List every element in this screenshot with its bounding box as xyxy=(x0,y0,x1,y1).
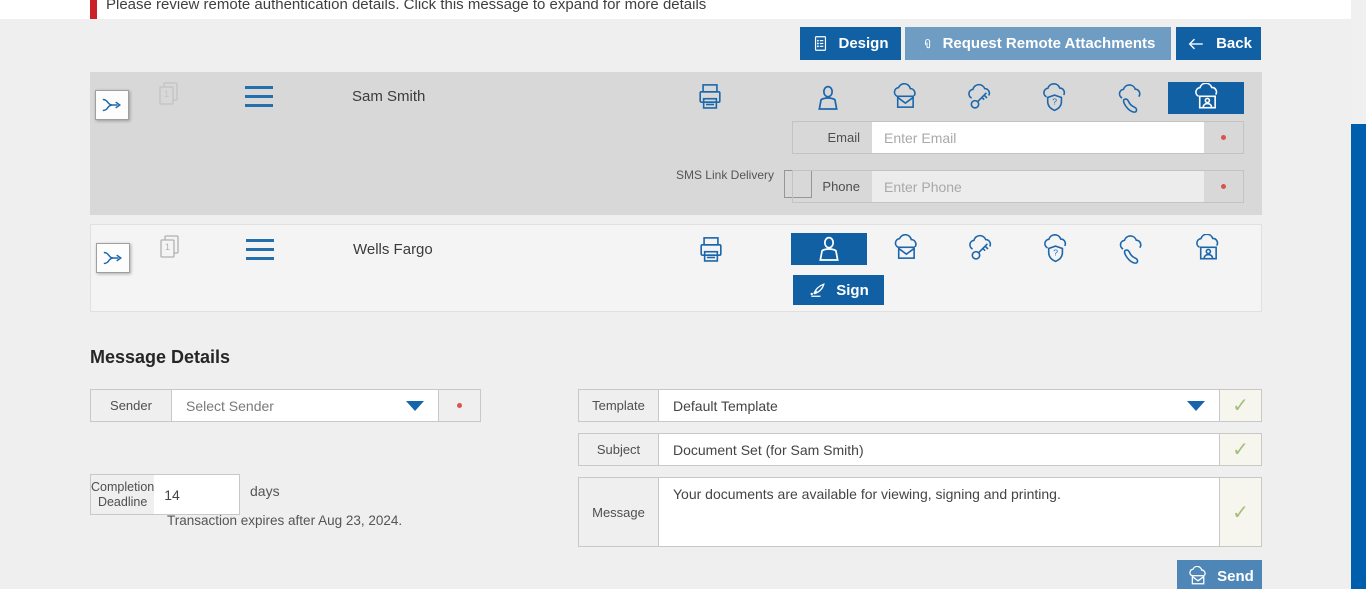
message-details-title: Message Details xyxy=(90,347,231,367)
deadline-unit-label: days xyxy=(250,483,280,499)
design-button[interactable]: Design xyxy=(800,27,901,60)
required-dot-icon xyxy=(1221,135,1226,140)
svg-text:?: ? xyxy=(1052,96,1057,106)
in-person-user-icon[interactable] xyxy=(790,82,866,114)
scrollbar-thumb[interactable] xyxy=(1351,124,1366,589)
completion-deadline-group: Completion Deadline xyxy=(90,474,240,515)
expiration-note: Transaction expires after Aug 23, 2024. xyxy=(167,513,403,528)
send-button-label: Send xyxy=(1217,568,1254,585)
paperclip-icon xyxy=(924,38,930,48)
design-document-icon xyxy=(815,36,827,51)
scrollbar-track[interactable] xyxy=(1351,0,1366,589)
design-button-label: Design xyxy=(838,35,889,52)
subject-label: Subject xyxy=(579,434,659,465)
sender-dropdown-value: Select Sender xyxy=(186,397,274,414)
request-remote-attachments-label: Request Remote Attachments xyxy=(942,35,1156,52)
document-pages-icon: 1 xyxy=(156,80,180,112)
back-button[interactable]: Back xyxy=(1176,27,1261,60)
template-dropdown[interactable]: Default Template xyxy=(659,390,1219,421)
subject-value: Document Set (for Sam Smith) xyxy=(673,441,864,458)
back-button-label: Back xyxy=(1216,35,1252,52)
chevron-down-icon[interactable] xyxy=(1187,400,1205,411)
cloud-key-icon[interactable] xyxy=(941,82,1017,114)
alert-banner[interactable]: Please review remote authentication deta… xyxy=(0,0,1366,19)
check-icon: ✓ xyxy=(1232,395,1249,417)
request-remote-attachments-button[interactable]: Request Remote Attachments xyxy=(905,27,1171,60)
quill-pen-icon xyxy=(810,283,825,297)
chevron-down-icon[interactable] xyxy=(406,400,424,411)
recipient-name: Sam Smith xyxy=(352,88,426,105)
completion-deadline-label: Completion Deadline xyxy=(91,475,155,514)
cloud-email-icon[interactable] xyxy=(867,233,943,265)
check-icon: ✓ xyxy=(1232,439,1249,461)
recipient-row-wells-fargo: 1 Wells Fargo ? Sign xyxy=(90,224,1262,312)
route-merge-button[interactable] xyxy=(95,90,129,120)
required-dot-icon xyxy=(1221,184,1226,189)
required-dot-icon xyxy=(457,403,462,408)
message-field-group: Message Your documents are available for… xyxy=(578,477,1262,547)
cloud-kiosk-user-icon[interactable] xyxy=(1169,233,1245,265)
back-arrow-icon xyxy=(1188,38,1203,49)
send-button[interactable]: Send xyxy=(1177,560,1262,589)
recipient-name: Wells Fargo xyxy=(353,241,433,258)
alert-severity-bar xyxy=(90,0,97,19)
phone-field-group: Phone xyxy=(792,170,1244,203)
drag-handle-icon[interactable] xyxy=(245,86,273,113)
email-label: Email xyxy=(827,130,860,145)
cloud-email-icon[interactable] xyxy=(866,82,942,114)
template-field-group: Template Default Template ✓ xyxy=(578,389,1262,422)
phone-input[interactable] xyxy=(872,171,1204,202)
sign-button[interactable]: Sign xyxy=(793,275,884,305)
route-merge-icon xyxy=(102,98,122,112)
route-merge-button[interactable] xyxy=(96,243,130,273)
required-marker xyxy=(1204,171,1243,202)
cloud-key-icon[interactable] xyxy=(942,233,1018,265)
route-merge-icon xyxy=(103,251,123,265)
svg-text:1: 1 xyxy=(164,89,169,99)
template-valid-check: ✓ xyxy=(1219,390,1261,421)
sender-field-group: Sender Select Sender xyxy=(90,389,481,422)
message-textarea[interactable]: Your documents are available for viewing… xyxy=(659,478,1219,546)
sms-link-delivery-label: SMS Link Delivery xyxy=(675,168,774,182)
email-input[interactable] xyxy=(872,122,1204,153)
message-valid-check: ✓ xyxy=(1219,478,1261,546)
svg-text:?: ? xyxy=(1053,247,1058,257)
template-label: Template xyxy=(579,390,659,421)
svg-text:1: 1 xyxy=(165,242,170,252)
printer-icon[interactable] xyxy=(696,82,724,112)
phone-label: Phone xyxy=(822,179,860,194)
sign-button-label: Sign xyxy=(836,281,869,299)
sender-label: Sender xyxy=(91,390,172,421)
cloud-send-mail-icon xyxy=(1189,565,1206,584)
subject-input[interactable]: Document Set (for Sam Smith) xyxy=(659,434,1219,465)
send-transaction-screen: Please review remote authentication deta… xyxy=(0,0,1366,589)
check-icon: ✓ xyxy=(1232,501,1249,524)
cloud-phone-icon[interactable] xyxy=(1091,82,1167,114)
sender-dropdown[interactable]: Select Sender xyxy=(172,390,438,421)
template-dropdown-value: Default Template xyxy=(673,397,778,414)
in-person-user-icon[interactable] xyxy=(791,233,867,265)
cloud-phone-icon[interactable] xyxy=(1092,233,1168,265)
cloud-kiosk-user-icon[interactable] xyxy=(1168,82,1244,114)
email-field-group: Email xyxy=(792,121,1244,154)
completion-deadline-input[interactable] xyxy=(154,475,239,514)
document-pages-icon: 1 xyxy=(157,233,181,265)
drag-handle-icon[interactable] xyxy=(246,239,274,266)
subject-valid-check: ✓ xyxy=(1219,434,1261,465)
cloud-question-shield-icon[interactable]: ? xyxy=(1017,233,1093,265)
message-label: Message xyxy=(579,478,659,546)
required-marker xyxy=(438,390,480,421)
alert-message[interactable]: Please review remote authentication deta… xyxy=(106,0,706,13)
subject-field-group: Subject Document Set (for Sam Smith) ✓ xyxy=(578,433,1262,466)
recipient-row-sam-smith: 1 Sam Smith ? Email Enter Email SMS Link… xyxy=(90,72,1262,215)
cloud-question-shield-icon[interactable]: ? xyxy=(1016,82,1092,114)
printer-icon[interactable] xyxy=(697,235,725,265)
required-marker xyxy=(1204,122,1243,153)
